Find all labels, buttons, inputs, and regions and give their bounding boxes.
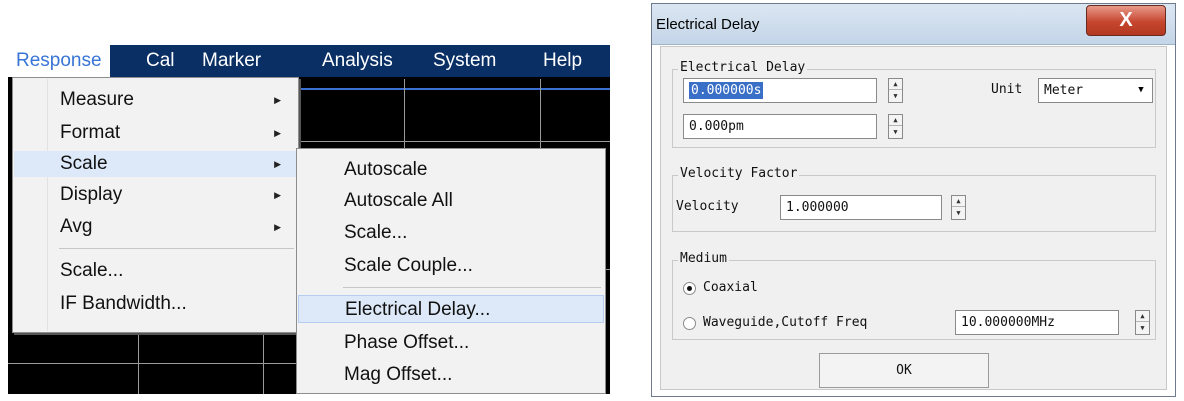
group-title: Electrical Delay bbox=[678, 60, 808, 75]
trace-line bbox=[298, 88, 610, 90]
delay-time-input[interactable]: 0.000000s bbox=[683, 78, 877, 103]
cutoff-freq-spinner[interactable]: ▲ ▼ bbox=[1135, 310, 1150, 335]
menu-response[interactable]: Response bbox=[8, 45, 110, 77]
submenu-arrow-icon: ▶ bbox=[274, 222, 281, 232]
menu-item-scale-dialog[interactable]: Scale... bbox=[14, 258, 297, 284]
field-value: 1.000000 bbox=[786, 200, 849, 215]
menu-item-display[interactable]: Display ▶ bbox=[14, 182, 297, 208]
grid-line bbox=[8, 363, 298, 364]
grid-line bbox=[263, 333, 264, 394]
dialog-body: Electrical Delay 0.000000s ▲ ▼ 0.000pm ▲… bbox=[660, 46, 1167, 390]
unit-select-value: Meter bbox=[1044, 83, 1084, 98]
menu-item-label: IF Bandwidth... bbox=[60, 293, 187, 314]
grid-line bbox=[298, 141, 610, 142]
field-value: 10.000000MHz bbox=[961, 315, 1055, 330]
menu-item-avg[interactable]: Avg ▶ bbox=[14, 214, 297, 240]
submenu-item-phase-offset[interactable]: Phase Offset... bbox=[298, 329, 604, 357]
dialog-title: Electrical Delay bbox=[656, 16, 760, 33]
submenu-item-scale[interactable]: Scale... bbox=[298, 219, 604, 247]
menu-item-label: Measure bbox=[60, 89, 134, 110]
menu-item-label: Display bbox=[60, 184, 123, 205]
submenu-item-electrical-delay[interactable]: Electrical Delay... bbox=[298, 295, 604, 323]
submenu-item-autoscale-all[interactable]: Autoscale All bbox=[298, 187, 604, 215]
menu-system[interactable]: System bbox=[425, 45, 504, 77]
menu-separator bbox=[59, 248, 294, 249]
close-icon: X bbox=[1119, 9, 1133, 31]
spin-up-icon[interactable]: ▲ bbox=[1136, 311, 1149, 322]
response-dropdown: Measure ▶ Format ▶ Scale ▶ Display ▶ Avg… bbox=[12, 77, 299, 333]
menu-item-label: Scale bbox=[60, 153, 108, 174]
submenu-arrow-icon: ▶ bbox=[274, 190, 281, 200]
electrical-delay-dialog: Electrical Delay X Electrical Delay 0.00… bbox=[651, 3, 1176, 397]
velocity-label: Velocity bbox=[676, 199, 739, 214]
medium-group: Medium Coaxial Waveguide,Cutoff Freq 10.… bbox=[672, 251, 1156, 340]
cutoff-freq-input[interactable]: 10.000000MHz bbox=[955, 310, 1119, 335]
menu-item-label: Scale... bbox=[60, 260, 124, 281]
close-button[interactable]: X bbox=[1086, 5, 1166, 36]
menu-item-if-bandwidth[interactable]: IF Bandwidth... bbox=[14, 291, 297, 317]
field-value: 0.000pm bbox=[689, 119, 744, 134]
menu-item-format[interactable]: Format ▶ bbox=[14, 120, 297, 146]
waveguide-label[interactable]: Waveguide,Cutoff Freq bbox=[703, 315, 867, 330]
menu-separator bbox=[343, 287, 601, 288]
unit-label: Unit bbox=[991, 82, 1023, 97]
dialog-titlebar[interactable]: Electrical Delay X bbox=[652, 4, 1175, 45]
menu-screenshot: Response Cal Marker Analysis System Help… bbox=[8, 45, 610, 394]
submenu-item-autoscale[interactable]: Autoscale bbox=[298, 156, 604, 184]
selected-text: 0.000000s bbox=[689, 82, 764, 99]
submenu-arrow-icon: ▶ bbox=[274, 95, 281, 105]
menu-item-label: Avg bbox=[60, 216, 93, 237]
menu-item-scale[interactable]: Scale ▶ bbox=[14, 151, 297, 177]
spin-down-icon[interactable]: ▼ bbox=[889, 91, 902, 102]
spin-up-icon[interactable]: ▲ bbox=[889, 79, 902, 90]
delay-distance-spinner[interactable]: ▲ ▼ bbox=[888, 114, 903, 139]
group-title: Velocity Factor bbox=[678, 166, 800, 181]
spin-down-icon[interactable]: ▼ bbox=[1136, 323, 1149, 334]
velocity-factor-group: Velocity Factor Velocity 1.000000 ▲ ▼ bbox=[672, 166, 1156, 232]
scale-submenu: Autoscale Autoscale All Scale... Scale C… bbox=[296, 148, 606, 394]
menu-analysis[interactable]: Analysis bbox=[314, 45, 401, 77]
electrical-delay-group: Electrical Delay 0.000000s ▲ ▼ 0.000pm ▲… bbox=[672, 60, 1156, 148]
coaxial-label[interactable]: Coaxial bbox=[703, 280, 758, 295]
menu-item-label: Format bbox=[60, 122, 121, 143]
spin-up-icon[interactable]: ▲ bbox=[889, 115, 902, 126]
spin-up-icon[interactable]: ▲ bbox=[952, 196, 965, 207]
coaxial-radio[interactable] bbox=[683, 282, 696, 295]
delay-distance-input[interactable]: 0.000pm bbox=[683, 114, 877, 139]
velocity-input[interactable]: 1.000000 bbox=[780, 195, 942, 220]
menu-help[interactable]: Help bbox=[535, 45, 590, 77]
spin-down-icon[interactable]: ▼ bbox=[889, 127, 902, 138]
submenu-item-scale-couple[interactable]: Scale Couple... bbox=[298, 252, 604, 280]
menu-item-measure[interactable]: Measure ▶ bbox=[14, 87, 297, 113]
menubar: Response Cal Marker Analysis System Help bbox=[8, 45, 610, 77]
submenu-arrow-icon: ▶ bbox=[274, 128, 281, 138]
dropdown-arrow-icon[interactable]: ▼ bbox=[1132, 81, 1150, 100]
menu-marker[interactable]: Marker bbox=[194, 45, 269, 77]
delay-time-spinner[interactable]: ▲ ▼ bbox=[888, 78, 903, 103]
submenu-arrow-icon: ▶ bbox=[274, 159, 281, 169]
ok-button[interactable]: OK bbox=[819, 353, 989, 388]
group-title: Medium bbox=[678, 251, 729, 266]
ok-label: OK bbox=[896, 363, 912, 378]
unit-select[interactable]: Meter ▼ bbox=[1038, 78, 1153, 103]
menu-cal[interactable]: Cal bbox=[138, 45, 183, 77]
waveguide-radio[interactable] bbox=[683, 317, 696, 330]
submenu-item-mag-offset[interactable]: Mag Offset... bbox=[298, 361, 604, 389]
spin-down-icon[interactable]: ▼ bbox=[952, 208, 965, 219]
velocity-spinner[interactable]: ▲ ▼ bbox=[951, 195, 966, 220]
